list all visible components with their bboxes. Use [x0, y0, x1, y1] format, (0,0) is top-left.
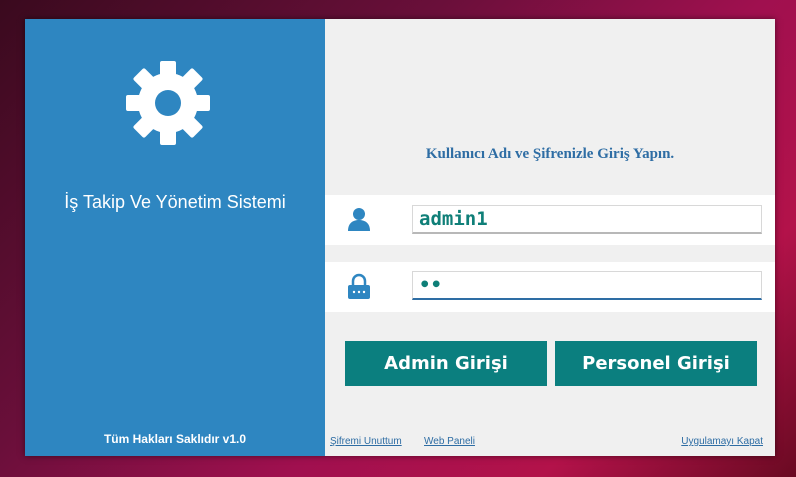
- copyright-text: Tüm Hakları Saklıdır v1.0: [103, 432, 247, 446]
- password-row: ••: [325, 262, 775, 312]
- username-field[interactable]: admin1: [412, 205, 762, 234]
- personel-login-button[interactable]: Personel Girişi: [555, 341, 757, 386]
- admin-login-button[interactable]: Admin Girişi: [345, 341, 547, 386]
- close-app-link[interactable]: Uygulamayı Kapat: [681, 436, 763, 447]
- login-window: İş Takip Ve Yönetim Sistemi Tüm Hakları …: [25, 19, 775, 456]
- lock-icon: [348, 273, 370, 299]
- username-row: admin1: [325, 195, 775, 245]
- gear-icon: [126, 61, 210, 145]
- login-heading: Kullanıcı Adı ve Şifrenizle Giriş Yapın.: [425, 146, 675, 162]
- left-panel: İş Takip Ve Yönetim Sistemi Tüm Hakları …: [25, 19, 325, 456]
- app-title: İş Takip Ve Yönetim Sistemi: [64, 192, 286, 212]
- user-icon: [348, 208, 370, 231]
- forgot-password-link[interactable]: Şifremi Unuttum: [330, 436, 402, 447]
- login-panel: Kullanıcı Adı ve Şifrenizle Giriş Yapın.…: [325, 19, 775, 456]
- password-field[interactable]: ••: [412, 271, 762, 300]
- web-panel-link[interactable]: Web Paneli: [424, 436, 475, 447]
